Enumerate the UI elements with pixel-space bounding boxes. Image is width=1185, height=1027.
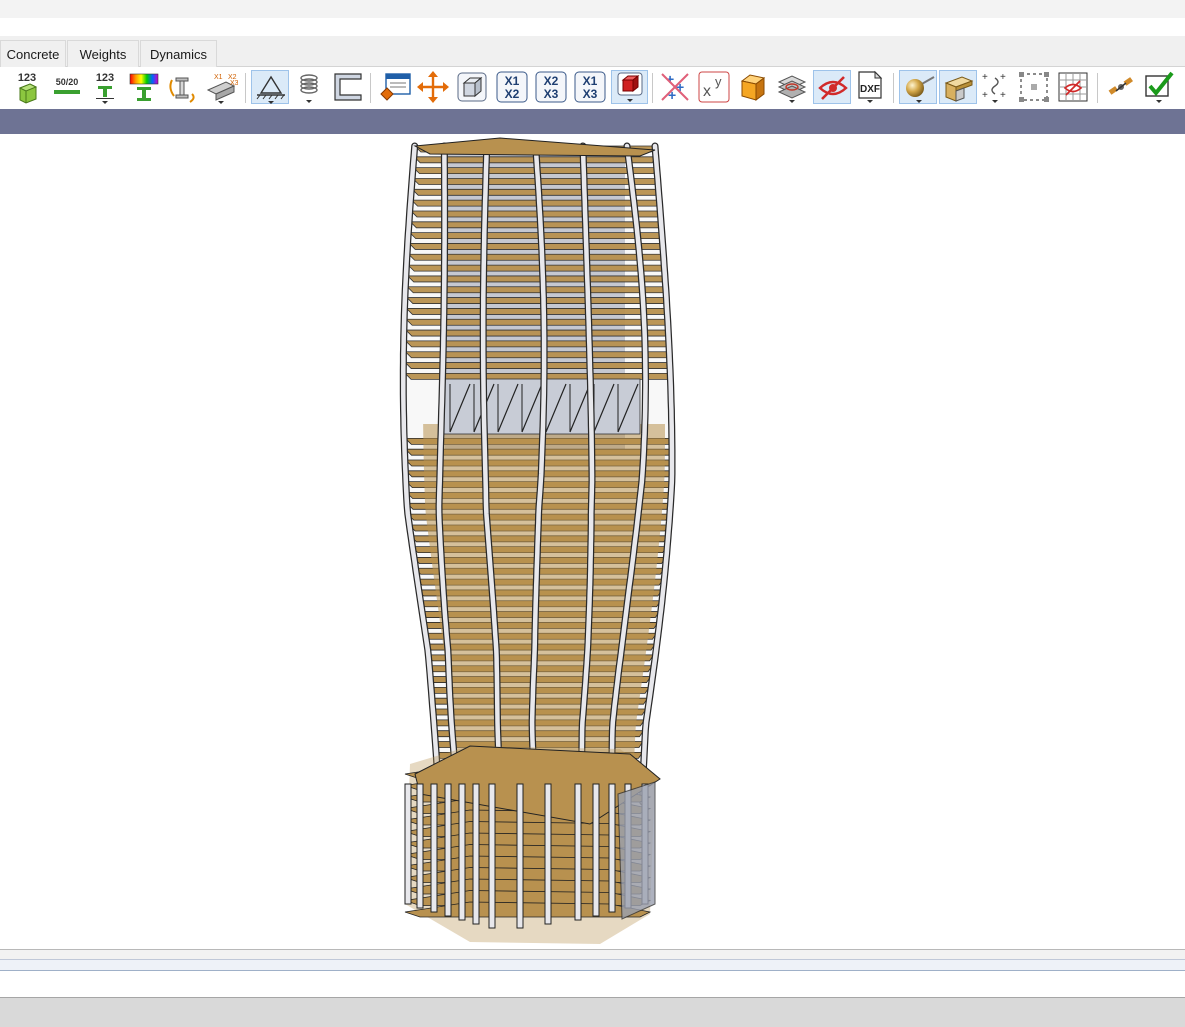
tab-dynamics[interactable]: Dynamics xyxy=(140,40,217,67)
hide-nodes-button[interactable]: + + + xyxy=(658,70,692,104)
ribbon-spacer xyxy=(0,18,1185,36)
svg-text:X2: X2 xyxy=(544,74,559,88)
section-ratio-button[interactable]: 50/20 xyxy=(50,70,84,104)
toolbar-separator xyxy=(1097,73,1098,103)
svg-text:X1: X1 xyxy=(505,74,520,88)
local-axes-button[interactable]: X1 X2 X3 xyxy=(204,70,238,104)
svg-text:+: + xyxy=(982,72,988,83)
dxf-export-button[interactable]: DXF xyxy=(853,70,887,104)
ratio-label: 50/20 xyxy=(56,77,79,87)
view-title-strip xyxy=(0,109,1185,134)
podium-column xyxy=(592,783,600,917)
grid-hide-button[interactable] xyxy=(1056,70,1090,104)
3d-view-button[interactable] xyxy=(455,70,489,104)
satellite-button[interactable] xyxy=(1104,70,1138,104)
svg-text:+: + xyxy=(982,90,988,101)
partial-toolbar-icon[interactable] xyxy=(0,70,4,104)
tab-concrete[interactable]: Concrete xyxy=(0,40,66,67)
svg-text:+: + xyxy=(1000,90,1006,101)
main-toolbar: 123 50/20 123 X1 X2 X3 X1 X2 X2 X3 X1 X3… xyxy=(0,67,1185,109)
podium-core-wall xyxy=(617,781,656,920)
podium-column xyxy=(404,783,412,905)
view-x2x3-button[interactable]: X2 X3 xyxy=(534,70,568,104)
podium-column xyxy=(458,783,466,921)
render-mode-button[interactable] xyxy=(611,70,648,104)
3d-model-viewport[interactable] xyxy=(0,134,1185,949)
view-x1x3-button[interactable]: X1 X3 xyxy=(573,70,607,104)
window-top-bar xyxy=(0,0,1185,18)
properties-window-button[interactable] xyxy=(378,70,412,104)
svg-text:y: y xyxy=(715,74,722,89)
section-numbering-button[interactable]: 123 xyxy=(88,70,122,104)
node-display-button[interactable] xyxy=(899,70,937,104)
svg-text:+: + xyxy=(1000,72,1006,83)
podium-column xyxy=(430,783,438,913)
node-grid-button[interactable]: + + + + xyxy=(978,70,1012,104)
node-numbering-button[interactable]: 123 xyxy=(10,70,44,104)
podium-column xyxy=(416,783,424,909)
svg-text:X3: X3 xyxy=(544,87,559,101)
toolbar-separator xyxy=(245,73,246,103)
springs-button[interactable] xyxy=(292,70,326,104)
supports-button[interactable] xyxy=(251,70,289,104)
floor-slab xyxy=(409,221,664,229)
toolbar-separator xyxy=(370,73,371,103)
command-line[interactable] xyxy=(0,971,1185,997)
numbering-label: 123 xyxy=(18,72,36,84)
podium-column xyxy=(544,783,552,925)
podium-column xyxy=(444,783,452,917)
svg-text:X3: X3 xyxy=(583,87,598,101)
layers-button[interactable] xyxy=(775,70,809,104)
svg-text:x: x xyxy=(703,83,711,100)
svg-text:X2: X2 xyxy=(505,87,520,101)
svg-text:DXF: DXF xyxy=(860,84,880,95)
coordinates-button[interactable]: x y xyxy=(697,70,731,104)
floor-slab xyxy=(410,210,663,218)
podium-column xyxy=(472,783,480,925)
view-x1x2-button[interactable]: X1 X2 xyxy=(495,70,529,104)
podium-column xyxy=(516,783,524,929)
tab-weights[interactable]: Weights xyxy=(67,40,139,67)
solid-view-button[interactable] xyxy=(736,70,770,104)
svg-text:X1: X1 xyxy=(214,74,223,81)
move-button[interactable] xyxy=(416,70,450,104)
svg-text:X3: X3 xyxy=(230,80,238,87)
color-sections-button[interactable] xyxy=(127,70,161,104)
ribbon-tab-strip: Concrete Weights Dynamics xyxy=(0,36,1185,67)
output-panel-divider xyxy=(0,949,1185,960)
podium-column xyxy=(488,783,496,929)
check-model-button[interactable] xyxy=(1142,70,1176,104)
building-3d-model xyxy=(399,137,676,944)
roof-slab xyxy=(413,137,656,157)
svg-text:X1: X1 xyxy=(583,74,598,88)
section-numbering-label: 123 xyxy=(96,72,114,84)
c-section-button[interactable] xyxy=(331,70,365,104)
selection-box-button[interactable] xyxy=(1017,70,1051,104)
hide-elements-button[interactable] xyxy=(813,70,851,104)
output-panel-header[interactable] xyxy=(0,960,1185,971)
podium-column xyxy=(574,783,582,921)
status-bar xyxy=(0,997,1185,1027)
toolbar-separator xyxy=(893,73,894,103)
beam-display-button[interactable] xyxy=(939,70,977,104)
podium-column xyxy=(608,783,616,913)
toolbar-separator xyxy=(652,73,653,103)
section-rotation-button[interactable] xyxy=(166,70,200,104)
